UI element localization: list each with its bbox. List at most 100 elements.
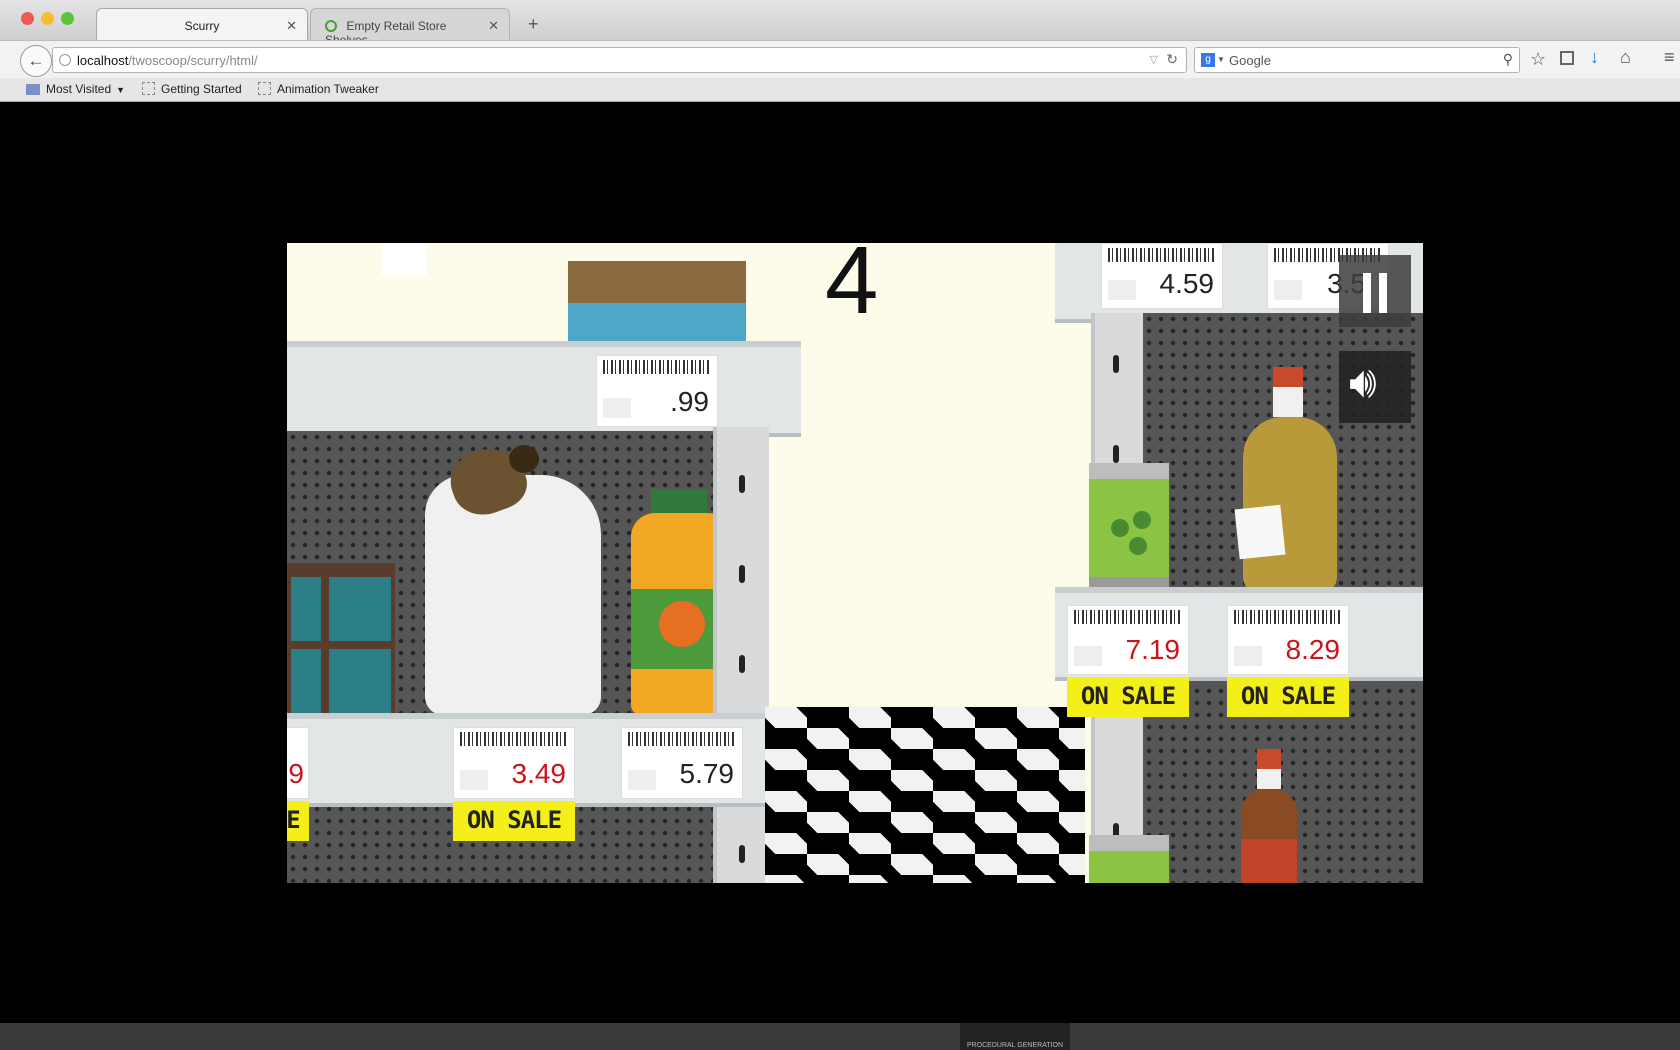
shelf-slot — [739, 845, 745, 863]
home-icon[interactable]: ⌂ — [1620, 47, 1631, 68]
top-shelf-left — [287, 341, 801, 437]
address-bar[interactable]: localhost/twoscoop/scurry/html/ ▽ ↻ — [52, 47, 1187, 73]
on-sale-label: E — [287, 806, 301, 834]
tab-bar: Scurry ✕ Empty Retail Store Shelves... ✕… — [0, 0, 1680, 47]
shelf-slot — [739, 655, 745, 673]
bookmark-getting-started[interactable]: Getting Started — [142, 82, 242, 96]
price-tag: 5.79 — [621, 727, 743, 799]
price-value: 3.49 — [511, 758, 567, 789]
price-value: 8.29 — [1285, 634, 1341, 665]
on-sale-label: ON SALE — [1240, 682, 1336, 710]
checkered-floor — [765, 707, 1085, 883]
minimize-window-button[interactable] — [41, 12, 54, 25]
bookmark-animation-tweaker[interactable]: Animation Tweaker — [258, 82, 379, 96]
price-tag: 7.19 — [1067, 605, 1189, 675]
pause-icon-bar — [1379, 273, 1387, 313]
price-tag: 9 — [287, 727, 309, 799]
tab-scurry[interactable]: Scurry ✕ — [96, 8, 308, 40]
close-tab-icon[interactable]: ✕ — [488, 18, 499, 34]
back-button[interactable]: ← — [20, 45, 52, 77]
swatch — [1234, 646, 1262, 666]
close-tab-icon[interactable]: ✕ — [286, 18, 297, 34]
bookmark-label: Getting Started — [161, 82, 242, 96]
barcode-icon — [460, 732, 568, 746]
price-value: 9 — [288, 758, 304, 789]
ice-cream-cartons — [287, 563, 395, 715]
hot-sauce-bottle — [1241, 749, 1297, 883]
pause-button[interactable] — [1339, 255, 1411, 327]
folder-icon — [26, 84, 40, 95]
bookmark-most-visited[interactable]: Most Visited ▼ — [26, 82, 125, 96]
on-sale-banner: ON SALE — [453, 801, 575, 841]
tab-title: Scurry — [184, 19, 220, 33]
pause-icon — [1363, 273, 1371, 313]
reload-icon[interactable]: ↻ — [1166, 51, 1178, 68]
shelf-slot — [1113, 445, 1119, 463]
on-sale-banner: E — [287, 801, 309, 841]
swatch — [1074, 646, 1102, 666]
dropdown-icon[interactable]: ▽ — [1150, 53, 1158, 66]
url-host: localhost — [77, 53, 129, 68]
game-canvas[interactable]: .99 9 E 3.49 ON SALE 5.79 4 4.59 7.19 ON… — [287, 243, 1423, 883]
close-window-button[interactable] — [21, 12, 34, 25]
maximize-window-button[interactable] — [61, 12, 74, 25]
swatch — [1108, 280, 1136, 300]
green-can — [1089, 463, 1169, 593]
price-value: 5.79 — [679, 758, 735, 789]
speaker-icon: 🔊︎ — [1349, 358, 1377, 407]
google-icon: g — [1201, 53, 1215, 67]
swatch — [603, 398, 631, 418]
new-tab-button[interactable]: + — [528, 14, 539, 35]
menu-icon[interactable]: ≡ — [1664, 47, 1675, 68]
top-left-price-placeholder — [381, 243, 427, 277]
price-tag: .99 — [596, 355, 718, 427]
shelf-slot — [739, 565, 745, 583]
syrup-bottle — [1234, 367, 1337, 593]
price-tag: 3.49 — [453, 727, 575, 799]
url-path: /twoscoop/scurry/html/ — [128, 53, 258, 68]
cockroach-player — [427, 438, 547, 529]
search-bar[interactable]: g ▼ Google ⚲ — [1194, 47, 1520, 73]
reading-list-icon[interactable] — [1560, 51, 1574, 65]
barcode-icon — [628, 732, 736, 746]
page-icon — [142, 82, 155, 95]
shelf-slot — [739, 475, 745, 493]
favicon-icon — [325, 20, 337, 32]
bookmark-label: Animation Tweaker — [277, 82, 379, 96]
price-value: .99 — [670, 386, 709, 417]
taskbar-thumbnail[interactable]: PROCEDURAL GENERATION — [960, 1023, 1070, 1050]
on-sale-label: ON SALE — [466, 806, 562, 834]
search-engine-dropdown-icon[interactable]: ▼ — [1217, 55, 1225, 64]
page-icon — [258, 82, 271, 95]
on-sale-label: ON SALE — [1080, 682, 1176, 710]
os-taskbar: PROCEDURAL GENERATION — [0, 1023, 1680, 1050]
price-value: 7.19 — [1125, 634, 1181, 665]
swatch — [628, 770, 656, 790]
swatch — [1274, 280, 1302, 300]
cracker-box — [568, 261, 746, 345]
chevron-down-icon: ▼ — [116, 85, 126, 95]
price-tag: 8.29 — [1227, 605, 1349, 675]
shelf-slot — [1113, 355, 1119, 373]
barcode-icon — [1234, 610, 1342, 624]
swatch — [460, 770, 488, 790]
thumbnail-label: PROCEDURAL GENERATION — [966, 1042, 1064, 1049]
price-tag: 4.59 — [1101, 243, 1223, 309]
browser-chrome: Scurry ✕ Empty Retail Store Shelves... ✕… — [0, 0, 1680, 102]
barcode-icon — [1108, 248, 1216, 262]
score-counter: 4 — [825, 243, 879, 334]
tab-empty-retail[interactable]: Empty Retail Store Shelves... ✕ — [310, 8, 510, 47]
bookmarks-toolbar: Most Visited ▼ Getting Started Animation … — [0, 78, 1680, 102]
bookmark-label: Most Visited — [46, 82, 112, 96]
on-sale-banner: ON SALE — [1227, 677, 1349, 717]
search-icon[interactable]: ⚲ — [1503, 51, 1513, 68]
globe-icon — [59, 54, 71, 66]
navigation-bar: ← localhost/twoscoop/scurry/html/ ▽ ↻ g … — [0, 40, 1680, 79]
barcode-icon — [603, 360, 711, 374]
download-icon[interactable]: ↓ — [1590, 47, 1599, 68]
sound-button[interactable]: 🔊︎ — [1339, 351, 1411, 423]
bookmark-star-icon[interactable]: ☆ — [1530, 49, 1546, 70]
price-value: 4.59 — [1159, 268, 1215, 299]
on-sale-banner: ON SALE — [1067, 677, 1189, 717]
search-placeholder: Google — [1229, 53, 1271, 68]
